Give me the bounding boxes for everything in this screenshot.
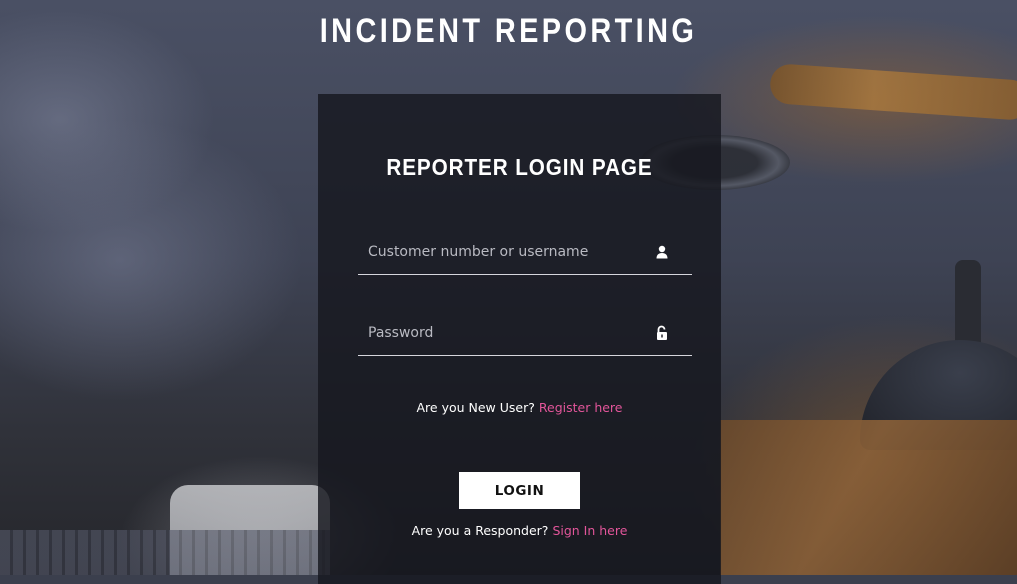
responder-prompt: Are you a Responder? Sign In here bbox=[318, 523, 721, 538]
responder-prompt-text: Are you a Responder? bbox=[411, 523, 549, 538]
password-input[interactable] bbox=[358, 311, 648, 355]
background-wood-block bbox=[720, 420, 1017, 575]
username-field bbox=[358, 230, 692, 275]
user-icon bbox=[656, 245, 668, 259]
responder-sign-in-link[interactable]: Sign In here bbox=[552, 523, 627, 538]
background-keyboard bbox=[0, 530, 330, 575]
username-input[interactable] bbox=[358, 230, 648, 274]
register-prompt-text: Are you New User? bbox=[416, 400, 535, 415]
unlock-icon bbox=[657, 325, 667, 340]
register-prompt: Are you New User? Register here bbox=[318, 400, 721, 415]
register-link[interactable]: Register here bbox=[539, 400, 623, 415]
background-handset bbox=[768, 62, 1017, 122]
login-heading: REPORTER LOGIN PAGE bbox=[386, 154, 653, 180]
site-title: INCIDENT REPORTING bbox=[319, 12, 698, 50]
password-field bbox=[358, 311, 692, 356]
login-button[interactable]: LOGIN bbox=[459, 472, 580, 509]
background-phone-stand bbox=[955, 260, 981, 350]
